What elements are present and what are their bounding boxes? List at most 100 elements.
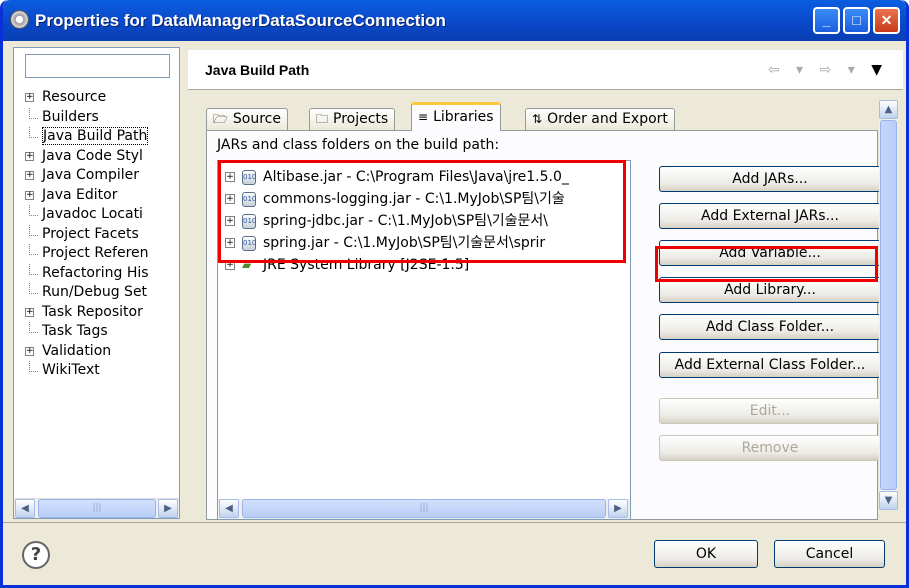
edit-button[interactable]: Edit... [659, 398, 881, 424]
tree-item-label: Task Repositor [42, 303, 143, 320]
tree-item-label: Javadoc Locati [42, 206, 143, 222]
tree-line-icon [29, 361, 38, 372]
tree-item-label: Project Referen [42, 245, 149, 261]
add-external-jars-button[interactable]: Add External JARs... [659, 203, 881, 229]
tab-projects[interactable]: 🗀 Projects [309, 108, 396, 130]
scroll-left-icon[interactable]: ◀ [15, 499, 35, 518]
add-external-class-folder-button[interactable]: Add External Class Folder... [659, 352, 881, 378]
scroll-thumb[interactable] [880, 120, 897, 490]
tab-label: Projects [333, 111, 389, 127]
tab-label: Libraries [433, 109, 494, 125]
cancel-button[interactable]: Cancel [774, 540, 885, 568]
navigation-pane: + Resource Builders Java Build Path + Java Co… [13, 47, 180, 519]
tree-item[interactable]: + Resource [22, 88, 182, 108]
dialog-footer: ? OK Cancel [3, 522, 906, 585]
tree-line-icon [29, 263, 38, 275]
tree-item[interactable]: Project Referen [22, 244, 182, 264]
tree-item-label: Java Build Path [42, 127, 149, 145]
tab-icon: 🗀 [316, 112, 329, 126]
minimize-button[interactable]: _ [813, 7, 840, 34]
tree-item[interactable]: Java Build Path [22, 127, 182, 147]
expand-icon[interactable]: + [25, 151, 34, 161]
property-tree: + Resource Builders Java Build Path + Java Co… [22, 88, 182, 381]
tab-label: Order and Export [547, 111, 668, 127]
tree-line-icon [29, 224, 38, 236]
libraries-label: JARs and class folders on the build path… [217, 137, 500, 153]
tree-item[interactable]: Project Facets [22, 224, 182, 245]
tree-item-label: Task Tags [42, 323, 108, 339]
back-arrow-icon[interactable]: ⇦ ▾ [768, 62, 809, 78]
close-button[interactable]: ✕ [873, 7, 900, 34]
scroll-left-icon[interactable]: ◀ [219, 499, 239, 518]
tree-item-label: Refactoring His [42, 264, 149, 281]
forward-arrow-icon[interactable]: ⇨ ▾ [820, 62, 861, 78]
title-bar[interactable]: Properties for DataManagerDataSourceConn… [3, 0, 906, 41]
tree-item[interactable]: + Java Compiler [22, 166, 182, 186]
tree-line-icon [29, 283, 38, 294]
tree-item[interactable]: Builders [22, 107, 182, 128]
page-vscroll[interactable]: ▲ ▼ [879, 100, 898, 510]
tree-line-icon [29, 322, 38, 333]
scroll-right-icon[interactable]: ▶ [608, 499, 628, 518]
tree-item[interactable]: Task Tags [22, 322, 182, 342]
nav-arrows: ⇦ ▾ ⇨ ▾ ▼ [768, 62, 888, 78]
view-menu-icon[interactable]: ▼ [871, 62, 888, 78]
tree-item-label: Java Code Styl [42, 147, 143, 164]
tree-item-label: Java Editor [42, 186, 118, 203]
tab-icon: 🗁 [213, 112, 228, 126]
tab-libraries[interactable]: ≡ Libraries [411, 102, 501, 131]
tree-item[interactable]: Refactoring His [22, 263, 182, 284]
filter-input[interactable] [25, 54, 170, 78]
add-jars-button[interactable]: Add JARs... [659, 166, 881, 192]
tree-item-label: Validation [42, 342, 112, 359]
help-icon[interactable]: ? [22, 541, 50, 569]
tree-item[interactable]: Run/Debug Set [22, 283, 182, 303]
tree-item-label: Builders [42, 108, 99, 125]
tree-hscroll[interactable]: ◀ ||| ▶ [14, 498, 179, 518]
tree-item[interactable]: + Java Editor [22, 186, 182, 206]
tree-item[interactable]: Javadoc Locati [22, 205, 182, 225]
window-icon [10, 10, 29, 29]
tree-item-label: Java Compiler [42, 167, 140, 183]
list-hscroll[interactable]: ◀ ||| ▶ [218, 499, 630, 519]
tree-line-icon [29, 127, 38, 138]
window-title: Properties for DataManagerDataSourceConn… [35, 11, 446, 30]
tree-line-icon [29, 244, 38, 255]
tab-order-and-export[interactable]: ⇅ Order and Export [525, 108, 675, 130]
tree-item[interactable]: + Task Repositor [22, 303, 182, 323]
page-header: Java Build Path ⇦ ▾ ⇨ ▾ ▼ [188, 50, 903, 90]
libraries-panel: JARs and class folders on the build path… [206, 130, 881, 520]
tree-item[interactable]: + Java Code Styl [22, 147, 182, 167]
tree-item-label: WikiText [42, 362, 100, 378]
scroll-thumb[interactable]: ||| [242, 499, 606, 518]
ok-button[interactable]: OK [654, 540, 758, 568]
tree-line-icon [29, 205, 38, 216]
scroll-thumb[interactable]: ||| [38, 499, 156, 518]
scroll-up-icon[interactable]: ▲ [879, 100, 898, 119]
tree-item-label: Resource [42, 89, 107, 105]
remove-button[interactable]: Remove [659, 435, 881, 461]
tree-line-icon [29, 107, 38, 119]
page-title: Java Build Path [205, 62, 310, 78]
property-page: Java Build Path ⇦ ▾ ⇨ ▾ ▼ 🗁 Source 🗀 Projec… [188, 50, 903, 522]
expand-icon[interactable]: + [25, 346, 34, 356]
highlight-box-jars [218, 160, 626, 263]
tab-icon: ⇅ [532, 112, 543, 126]
expand-icon[interactable]: + [25, 190, 34, 200]
expand-icon[interactable]: + [25, 93, 34, 102]
scroll-right-icon[interactable]: ▶ [158, 499, 178, 518]
tree-item[interactable]: WikiText [22, 361, 182, 381]
tree-item-label: Project Facets [42, 225, 139, 242]
expand-icon[interactable]: + [25, 171, 34, 180]
tree-item[interactable]: + Validation [22, 342, 182, 362]
highlight-box-external-jars [655, 246, 878, 282]
tab-label: Source [232, 111, 281, 127]
properties-dialog: Properties for DataManagerDataSourceConn… [0, 0, 909, 588]
add-class-folder-button[interactable]: Add Class Folder... [659, 314, 881, 340]
tree-item-label: Run/Debug Set [42, 284, 148, 300]
maximize-button[interactable]: □ [843, 7, 870, 34]
expand-icon[interactable]: + [25, 307, 34, 317]
tab-source[interactable]: 🗁 Source [206, 108, 288, 130]
tab-icon: ≡ [418, 110, 429, 124]
scroll-down-icon[interactable]: ▼ [879, 491, 898, 510]
